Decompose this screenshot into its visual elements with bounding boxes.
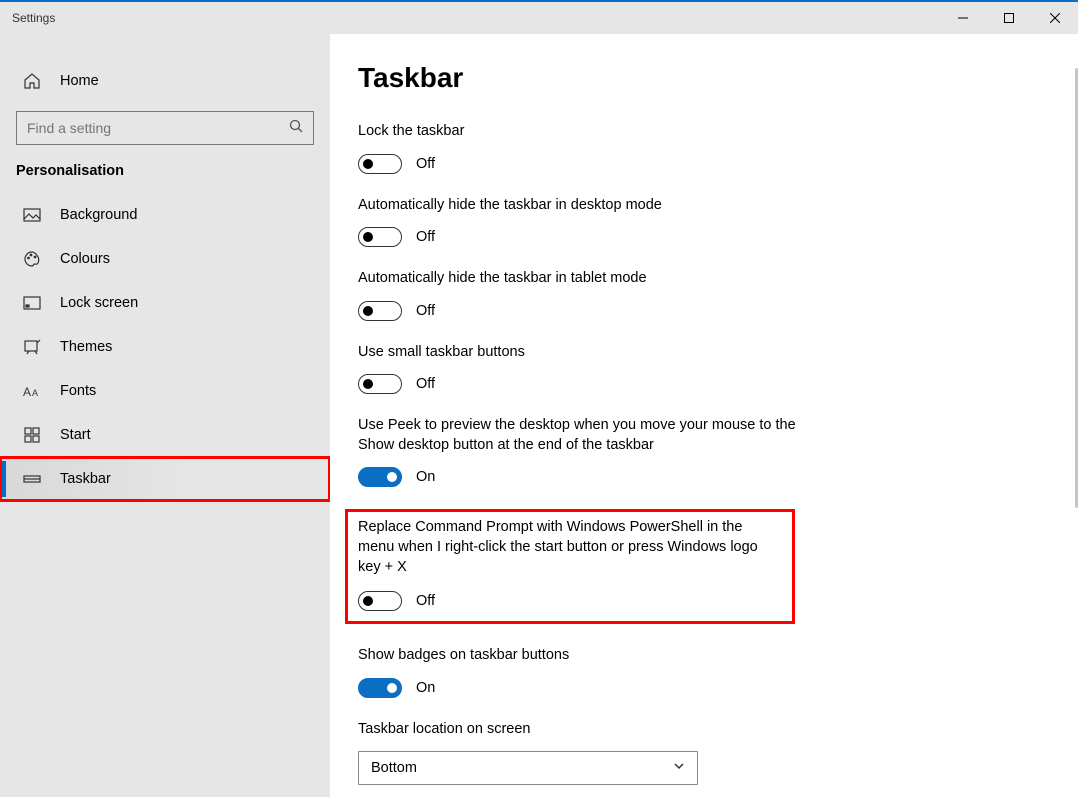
themes-icon <box>22 337 42 357</box>
sidebar-item-lockscreen[interactable]: Lock screen <box>0 281 330 325</box>
toggle-state: Off <box>416 156 435 172</box>
sidebar-item-label: Background <box>60 207 137 223</box>
sidebar-item-label: Fonts <box>60 383 96 399</box>
sidebar-item-label: Lock screen <box>60 295 138 311</box>
close-button[interactable] <box>1032 2 1078 34</box>
settings-window: Settings Home <box>0 0 1078 797</box>
toggle-state: On <box>416 469 435 485</box>
sidebar-item-fonts[interactable]: AA Fonts <box>0 369 330 413</box>
sidebar-item-label: Colours <box>60 251 110 267</box>
toggle-badges[interactable] <box>358 678 402 698</box>
sidebar: Home Personalisation Background <box>0 34 330 797</box>
sidebar-item-taskbar[interactable]: Taskbar <box>0 457 330 501</box>
sidebar-item-label: Start <box>60 427 91 443</box>
setting-label: Replace Command Prompt with Windows Powe… <box>358 518 782 577</box>
setting-label: Show badges on taskbar buttons <box>358 646 798 666</box>
setting-small-buttons: Use small taskbar buttons Off <box>358 343 798 395</box>
toggle-state: On <box>416 680 435 696</box>
toggle-state: Off <box>416 303 435 319</box>
window-body: Home Personalisation Background <box>0 34 1078 797</box>
lockscreen-icon <box>22 293 42 313</box>
search-input[interactable] <box>16 111 314 145</box>
setting-lock-taskbar: Lock the taskbar Off <box>358 122 798 174</box>
chevron-down-icon <box>673 760 685 776</box>
toggle-state: Off <box>416 593 435 609</box>
titlebar: Settings <box>0 2 1078 34</box>
setting-autohide-tablet: Automatically hide the taskbar in tablet… <box>358 269 798 321</box>
sidebar-home[interactable]: Home <box>0 59 330 103</box>
toggle-small-buttons[interactable] <box>358 374 402 394</box>
minimize-button[interactable] <box>940 2 986 34</box>
setting-peek: Use Peek to preview the desktop when you… <box>358 416 798 487</box>
picture-icon <box>22 205 42 225</box>
sidebar-item-label: Themes <box>60 339 112 355</box>
page-title: Taskbar <box>358 62 1072 94</box>
search-field[interactable] <box>27 120 289 136</box>
setting-label: Use Peek to preview the desktop when you… <box>358 416 798 455</box>
dropdown-value: Bottom <box>371 760 417 776</box>
dropdown-location[interactable]: Bottom <box>358 751 698 785</box>
sidebar-item-background[interactable]: Background <box>0 193 330 237</box>
setting-badges: Show badges on taskbar buttons On <box>358 646 798 698</box>
setting-autohide-desktop: Automatically hide the taskbar in deskto… <box>358 196 798 248</box>
taskbar-icon <box>22 469 42 489</box>
toggle-row: Off <box>358 154 798 174</box>
toggle-peek[interactable] <box>358 467 402 487</box>
setting-location: Taskbar location on screen Bottom <box>358 720 798 786</box>
start-icon <box>22 425 42 445</box>
home-icon <box>22 71 42 91</box>
main-scroll[interactable]: Taskbar Lock the taskbar Off Automatical… <box>330 34 1072 797</box>
setting-label: Automatically hide the taskbar in tablet… <box>358 269 798 289</box>
window-title: Settings <box>0 11 55 25</box>
setting-label: Automatically hide the taskbar in deskto… <box>358 196 798 216</box>
toggle-autohide-desktop[interactable] <box>358 227 402 247</box>
toggle-autohide-tablet[interactable] <box>358 301 402 321</box>
sidebar-item-themes[interactable]: Themes <box>0 325 330 369</box>
highlight-box: Replace Command Prompt with Windows Powe… <box>345 509 795 624</box>
sidebar-item-start[interactable]: Start <box>0 413 330 457</box>
palette-icon <box>22 249 42 269</box>
search-wrap <box>0 111 330 163</box>
fonts-icon: AA <box>22 381 42 401</box>
setting-label: Lock the taskbar <box>358 122 798 142</box>
sidebar-item-colours[interactable]: Colours <box>0 237 330 281</box>
svg-text:A: A <box>32 388 38 398</box>
search-icon <box>289 119 303 138</box>
toggle-powershell[interactable] <box>358 591 402 611</box>
main-pane: Taskbar Lock the taskbar Off Automatical… <box>330 34 1078 797</box>
setting-label: Use small taskbar buttons <box>358 343 798 363</box>
svg-text:A: A <box>23 385 31 399</box>
toggle-state: Off <box>416 229 435 245</box>
sidebar-home-label: Home <box>60 73 99 89</box>
toggle-state: Off <box>416 376 435 392</box>
sidebar-item-label: Taskbar <box>60 471 111 487</box>
maximize-button[interactable] <box>986 2 1032 34</box>
toggle-lock-taskbar[interactable] <box>358 154 402 174</box>
sidebar-section-title: Personalisation <box>0 163 330 193</box>
setting-label: Taskbar location on screen <box>358 720 798 740</box>
setting-powershell: Replace Command Prompt with Windows Powe… <box>358 518 782 611</box>
